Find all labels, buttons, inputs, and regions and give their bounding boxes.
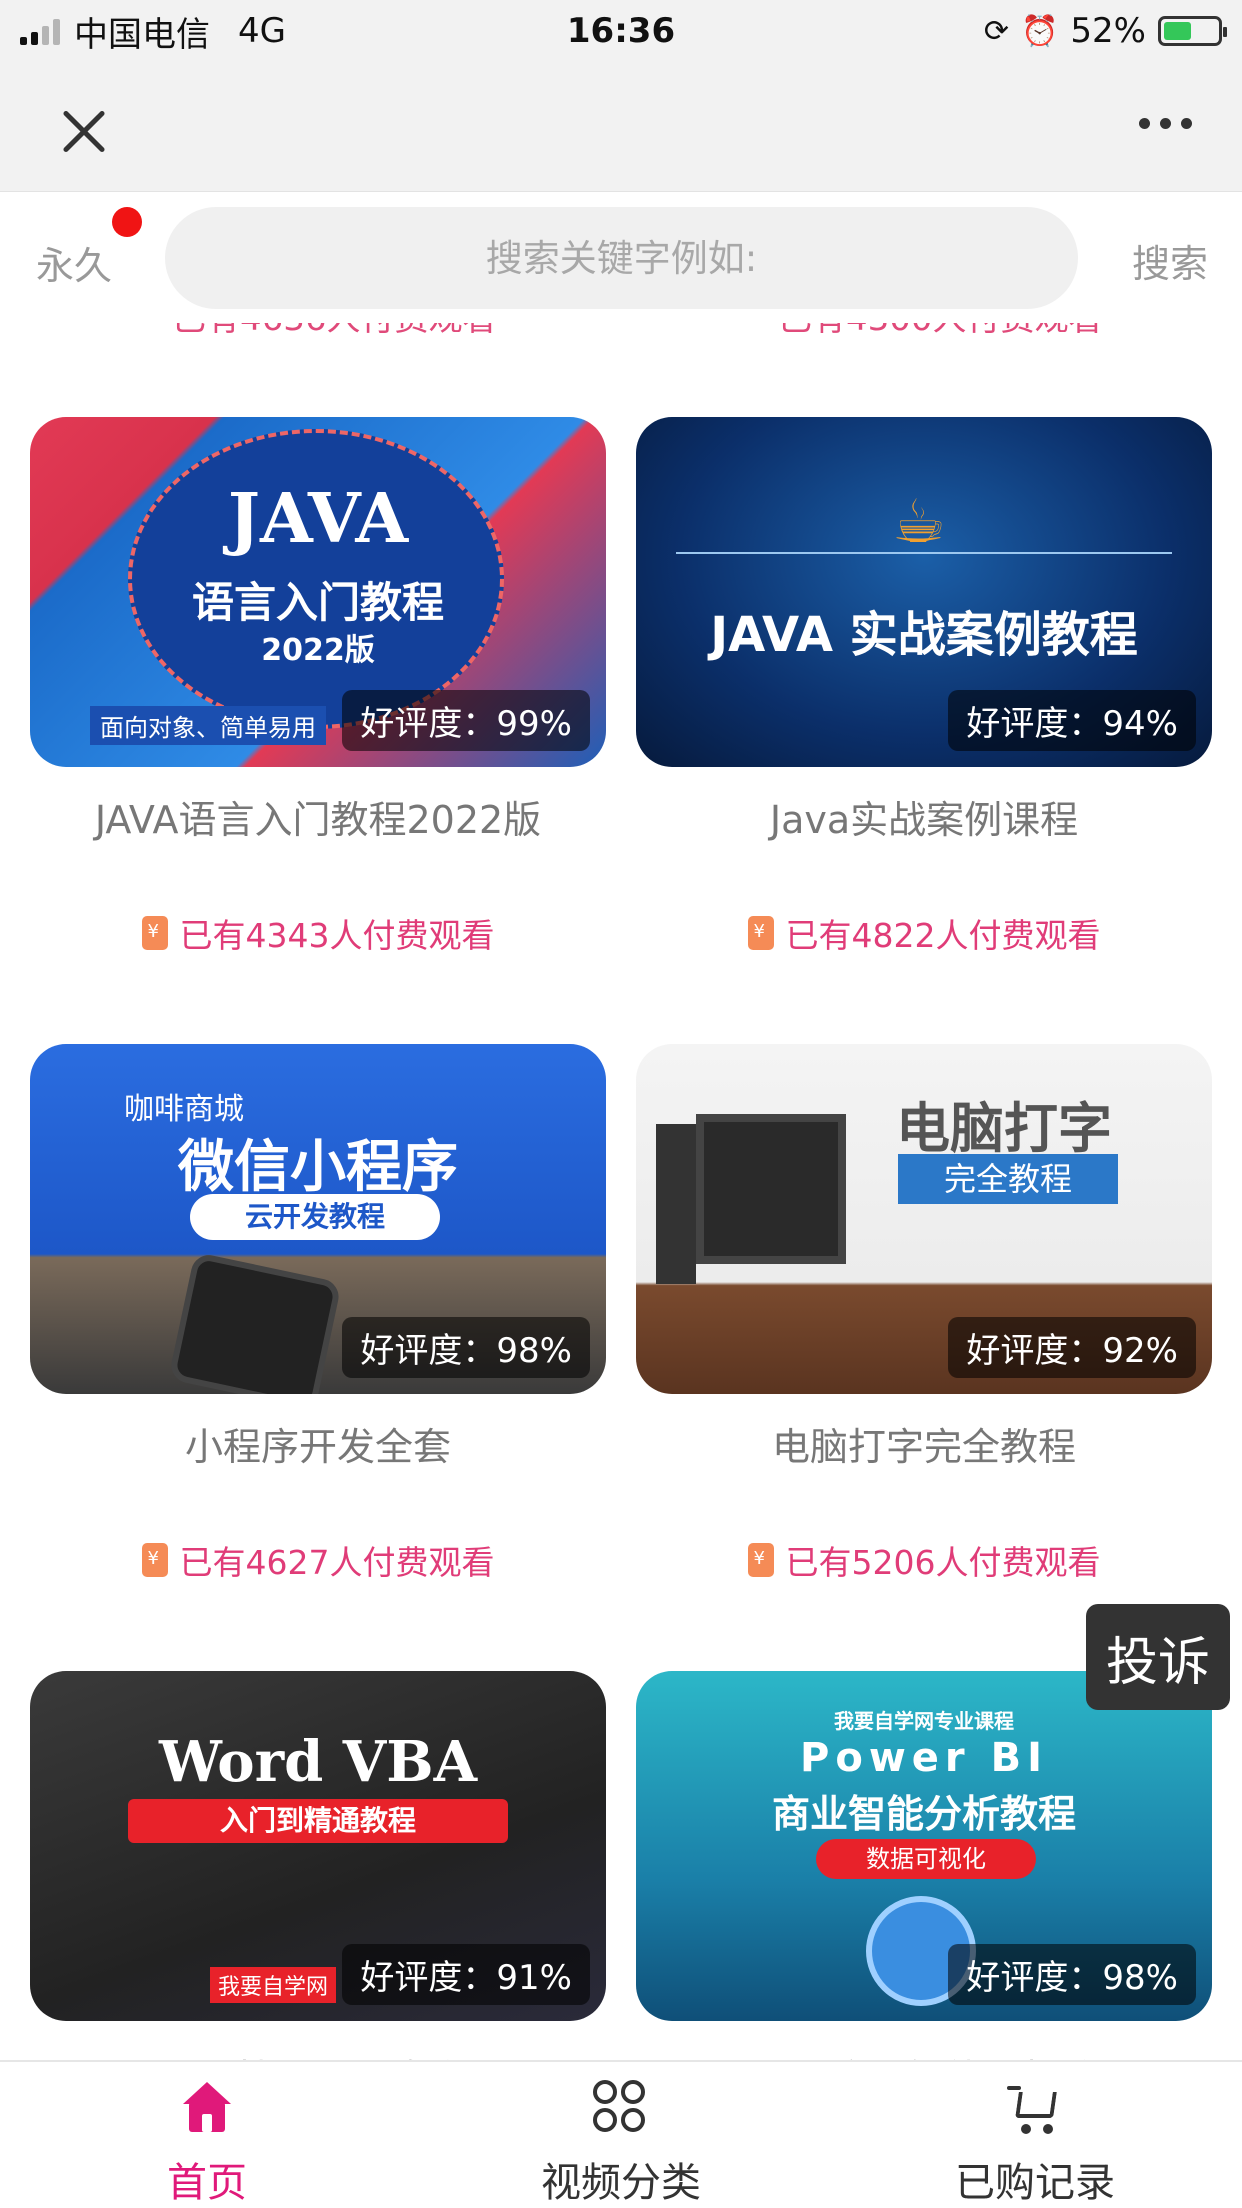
course-title[interactable]: 小程序开发全套 bbox=[30, 1416, 606, 1476]
paid-count-text: 已有5206人付费观看 bbox=[785, 1543, 1101, 1582]
close-icon[interactable] bbox=[50, 98, 118, 166]
course-card[interactable]: JAVA 语言入门教程 2022版 面向对象、简单易用 好评度：99% JAVA… bbox=[30, 417, 606, 957]
rotation-lock-icon: ⟳ bbox=[983, 13, 1010, 49]
carrier-label: 中国电信 bbox=[74, 14, 210, 55]
category-icon bbox=[593, 2080, 649, 2132]
rating-badge: 好评度：98% bbox=[948, 1944, 1196, 2005]
coin-icon bbox=[141, 1543, 168, 1577]
tab-purchase-records[interactable]: 已购记录 bbox=[828, 2062, 1242, 2208]
battery-percent: 52% bbox=[1070, 11, 1146, 51]
phone-illustration bbox=[168, 1251, 342, 1394]
tab-label: 首页 bbox=[167, 2160, 247, 2206]
tab-bar: 首页 视频分类 已购记录 bbox=[0, 2060, 1242, 2208]
course-title[interactable]: JAVA语言入门教程2022版 bbox=[30, 789, 606, 849]
coin-icon bbox=[747, 916, 774, 950]
thumbnail-text: 2022版 bbox=[261, 633, 375, 668]
rating-badge: 好评度：98% bbox=[342, 1317, 590, 1378]
thumbnail-text: 电脑打字 bbox=[896, 1097, 1112, 1160]
scope-selector[interactable]: 永久 bbox=[36, 235, 112, 290]
java-logo-icon: ☕ bbox=[892, 487, 946, 557]
course-title-partial: Power BI商业智能分析教程 bbox=[668, 2048, 1136, 2060]
coin-icon bbox=[747, 1543, 774, 1577]
thumbnail-text: JAVA 实战案例教程 bbox=[710, 607, 1138, 663]
more-icon[interactable] bbox=[1139, 118, 1192, 129]
thumbnail-text: 语言入门教程 bbox=[191, 578, 444, 627]
thumbnail-text: 面向对象、简单易用 bbox=[90, 706, 326, 745]
rating-badge: 好评度：99% bbox=[342, 690, 590, 751]
paid-count: 已有4822人付费观看 bbox=[636, 909, 1212, 957]
course-thumbnail[interactable]: 电脑打字 完全教程 好评度：92% bbox=[636, 1044, 1212, 1394]
course-card[interactable]: 电脑打字 完全教程 好评度：92% 电脑打字完全教程 已有5206人付费观看 bbox=[636, 1044, 1212, 1584]
nav-bar bbox=[0, 62, 1242, 192]
thumbnail-text: 商业智能分析教程 bbox=[771, 1792, 1076, 1836]
thumbnail-text: JAVA bbox=[227, 479, 409, 559]
course-card[interactable]: ☕ JAVA 实战案例教程 好评度：94% Java实战案例课程 已有4822人… bbox=[636, 417, 1212, 957]
tab-label: 已购记录 bbox=[955, 2160, 1115, 2206]
course-thumbnail[interactable]: ☕ JAVA 实战案例教程 好评度：94% bbox=[636, 417, 1212, 767]
alarm-icon: ⏰ bbox=[1021, 13, 1059, 49]
paid-count-text: 已有4822人付费观看 bbox=[785, 916, 1101, 955]
status-bar: 中国电信 4G 16:36 ⟳ ⏰ 52% bbox=[0, 0, 1242, 62]
complain-button[interactable]: 投诉 bbox=[1086, 1604, 1230, 1710]
cart-icon bbox=[1007, 2080, 1063, 2134]
paid-count: 已有4627人付费观看 bbox=[30, 1536, 606, 1584]
paid-count-text: 已有4343人付费观看 bbox=[179, 916, 495, 955]
thumbnail-text: 微信小程序 bbox=[178, 1135, 458, 1200]
course-card[interactable]: 我要自学网专业课程 Power BI 商业智能分析教程 数据可视化 好评度：98… bbox=[636, 1671, 1212, 2021]
course-title[interactable]: Java实战案例课程 bbox=[636, 789, 1212, 849]
battery-icon bbox=[1158, 16, 1227, 46]
thumbnail-text: 完全教程 bbox=[898, 1154, 1118, 1204]
course-card[interactable]: Word VBA 入门到精通教程 我要自学网 好评度：91% bbox=[30, 1671, 606, 2021]
course-title-partial: Word VBA基础到进阶教程 bbox=[46, 2048, 500, 2060]
search-button[interactable]: 搜索 bbox=[1132, 233, 1208, 288]
tab-home[interactable]: 首页 bbox=[0, 2062, 414, 2208]
tab-video-category[interactable]: 视频分类 bbox=[414, 2062, 828, 2208]
home-icon bbox=[179, 2080, 235, 2132]
rating-badge: 好评度：94% bbox=[948, 690, 1196, 751]
thumbnail-text: 数据可视化 bbox=[816, 1839, 1036, 1879]
course-thumbnail[interactable]: JAVA 语言入门教程 2022版 面向对象、简单易用 好评度：99% bbox=[30, 417, 606, 767]
pc-tower-illustration bbox=[656, 1124, 696, 1284]
signal-icon bbox=[20, 17, 60, 45]
course-thumbnail[interactable]: 咖啡商城 微信小程序 云开发教程 好评度：98% bbox=[30, 1044, 606, 1394]
partial-row-below: Word VBA基础到进阶教程 Power BI商业智能分析教程 bbox=[0, 2040, 1242, 2060]
search-input[interactable] bbox=[165, 207, 1078, 309]
thumbnail-text: 入门到精通教程 bbox=[128, 1799, 508, 1843]
thumbnail-text: Word VBA bbox=[158, 1729, 478, 1795]
course-title[interactable]: 电脑打字完全教程 bbox=[636, 1416, 1212, 1476]
thumbnail-text: 云开发教程 bbox=[190, 1194, 440, 1240]
thumbnail-text: Power BI bbox=[800, 1735, 1048, 1781]
notification-dot bbox=[112, 207, 142, 237]
course-thumbnail[interactable]: 我要自学网专业课程 Power BI 商业智能分析教程 数据可视化 好评度：98… bbox=[636, 1671, 1212, 2021]
coin-icon bbox=[141, 916, 168, 950]
search-row: 永久 搜索 bbox=[0, 193, 1242, 323]
rating-badge: 好评度：91% bbox=[342, 1944, 590, 2005]
course-thumbnail[interactable]: Word VBA 入门到精通教程 我要自学网 好评度：91% bbox=[30, 1671, 606, 2021]
tab-label: 视频分类 bbox=[541, 2160, 701, 2206]
rating-badge: 好评度：92% bbox=[948, 1317, 1196, 1378]
monitor-illustration bbox=[696, 1114, 846, 1264]
network-label: 4G bbox=[238, 11, 286, 51]
paid-count: 已有4343人付费观看 bbox=[30, 909, 606, 957]
course-card[interactable]: 咖啡商城 微信小程序 云开发教程 好评度：98% 小程序开发全套 已有4627人… bbox=[30, 1044, 606, 1584]
thumbnail-text: 我要自学网 bbox=[210, 1967, 337, 2003]
paid-count-text: 已有4627人付费观看 bbox=[179, 1543, 495, 1582]
paid-count: 已有5206人付费观看 bbox=[636, 1536, 1212, 1584]
